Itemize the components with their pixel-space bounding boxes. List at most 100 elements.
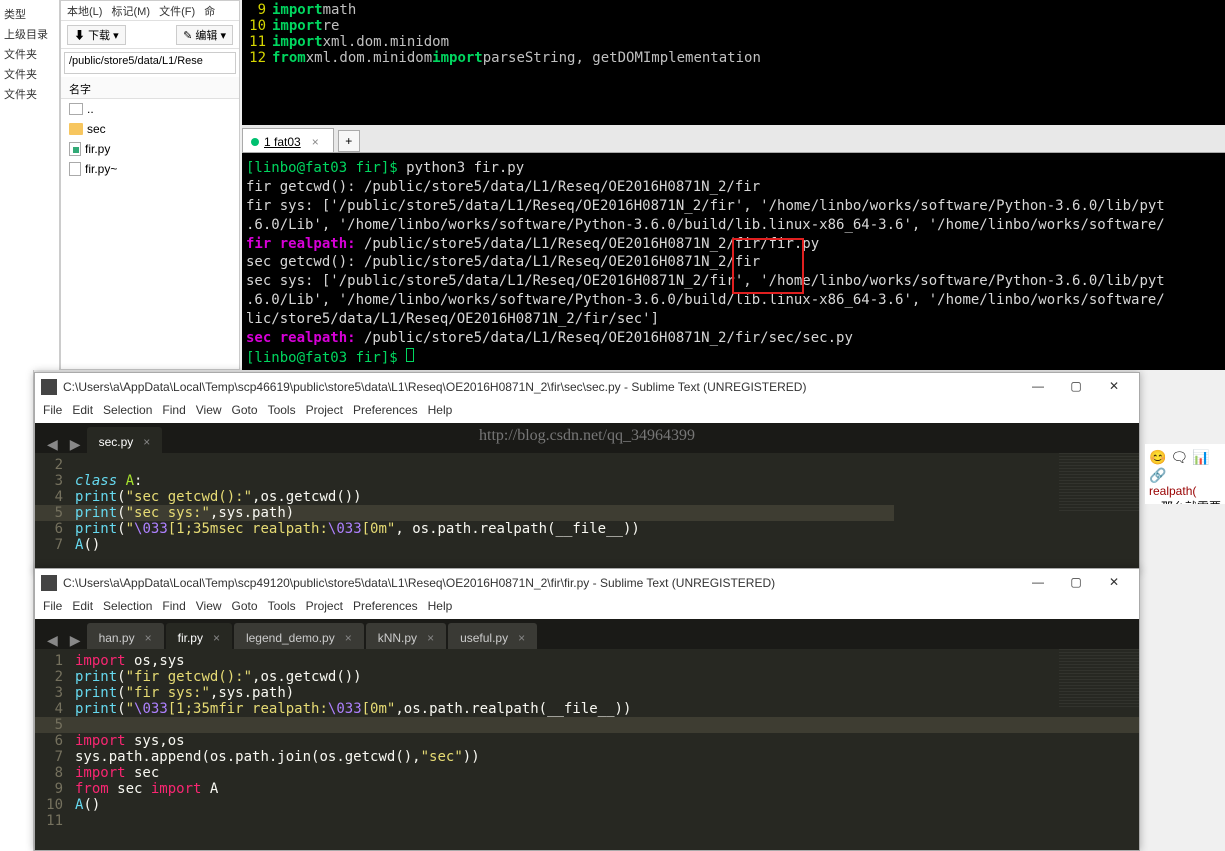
fm-row-folder[interactable]: 文件夹 — [4, 84, 55, 104]
window-title: C:\Users\a\AppData\Local\Temp\scp49120\p… — [63, 576, 1019, 590]
minimize-button[interactable]: — — [1019, 375, 1057, 399]
tab-hanpy[interactable]: han.py× — [87, 623, 164, 649]
chevron-down-icon: ▾ — [113, 30, 119, 42]
code-area[interactable]: 1import os,sys 2print("fir getcwd():",os… — [35, 649, 1139, 829]
menu-tools[interactable]: Tools — [268, 403, 296, 417]
fm-row-folder[interactable]: 文件夹 — [4, 64, 55, 84]
term-line: fir getcwd(): /public/store5/data/L1/Res… — [246, 178, 1221, 197]
menu-edit[interactable]: Edit — [72, 599, 93, 613]
fm-col-name[interactable]: 名字 — [61, 77, 239, 99]
tab-firpy[interactable]: fir.py× — [166, 623, 232, 649]
tab-nav-left-icon[interactable]: ◀ — [41, 436, 64, 453]
titlebar[interactable]: C:\Users\a\AppData\Local\Temp\scp46619\p… — [35, 373, 1139, 401]
minimize-button[interactable]: — — [1019, 571, 1057, 595]
menubar[interactable]: File Edit Selection Find View Goto Tools Projec… — [35, 401, 1139, 423]
maximize-button[interactable]: ▢ — [1057, 375, 1095, 399]
fm-col-type: 类型 — [4, 4, 55, 24]
window-title: C:\Users\a\AppData\Local\Temp\scp46619\p… — [63, 380, 1019, 394]
line-number: 3 — [35, 473, 75, 489]
edit-button[interactable]: ✎ 编辑 ▾ — [176, 25, 233, 45]
term-line: .6.0/Lib', '/home/linbo/works/software/P… — [246, 216, 1221, 235]
line-number: 11 — [242, 34, 272, 50]
line-number: 1 — [35, 653, 75, 669]
line-number: 9 — [242, 2, 272, 18]
close-icon[interactable]: × — [345, 631, 352, 645]
tab-usefulpy[interactable]: useful.py× — [448, 623, 537, 649]
tab-nav-right-icon[interactable]: ▶ — [64, 436, 87, 453]
add-tab-button[interactable]: + — [338, 130, 360, 152]
close-icon[interactable]: × — [518, 631, 525, 645]
menu-view[interactable]: View — [196, 599, 222, 613]
fm-item-file[interactable]: fir.py~ — [61, 159, 239, 179]
menu-help[interactable]: Help — [428, 403, 453, 417]
fm-menu-file[interactable]: 文件(F) — [159, 6, 195, 18]
terminal-tab[interactable]: 1 fat03× — [242, 128, 334, 152]
close-icon[interactable]: × — [145, 631, 152, 645]
fm-item-up[interactable]: .. — [61, 99, 239, 119]
menu-find[interactable]: Find — [162, 599, 185, 613]
watermark-text: http://blog.csdn.net/qq_34964399 — [479, 427, 695, 445]
tab-nav-right-icon[interactable]: ▶ — [64, 632, 87, 649]
folder-up-icon — [69, 103, 83, 115]
term-line: lic/store5/data/L1/Reseq/OE2016H0871N_2/… — [246, 310, 1221, 329]
tab-knnpy[interactable]: kNN.py× — [366, 623, 446, 649]
tab-secpy[interactable]: sec.py× — [87, 427, 163, 453]
emoji-toolbar[interactable]: 😊 🗨 📊 🔗 — [1149, 448, 1221, 484]
tab-nav-left-icon[interactable]: ◀ — [41, 632, 64, 649]
menu-goto[interactable]: Goto — [232, 403, 258, 417]
menu-selection[interactable]: Selection — [103, 599, 152, 613]
close-icon[interactable]: × — [213, 631, 220, 645]
line-number: 5 — [35, 717, 75, 733]
menu-edit[interactable]: Edit — [72, 403, 93, 417]
menu-view[interactable]: View — [196, 403, 222, 417]
tab-bar: ◀ ▶ han.py× fir.py× legend_demo.py× kNN.… — [35, 619, 1139, 649]
fm-item-folder[interactable]: sec — [61, 119, 239, 139]
close-button[interactable]: ✕ — [1095, 375, 1133, 399]
line-number: 10 — [242, 18, 272, 34]
menu-preferences[interactable]: Preferences — [353, 599, 418, 613]
menu-file[interactable]: File — [43, 403, 62, 417]
menu-preferences[interactable]: Preferences — [353, 403, 418, 417]
line-number: 6 — [35, 733, 75, 749]
fm-menubar[interactable]: 本地(L) 标记(M) 文件(F) 命 — [61, 1, 239, 21]
line-number: 2 — [35, 669, 75, 685]
python-file-icon — [69, 142, 81, 156]
close-icon[interactable]: × — [427, 631, 434, 645]
close-icon[interactable]: × — [143, 435, 150, 449]
term-line: .6.0/Lib', '/home/linbo/works/software/P… — [246, 291, 1221, 310]
menu-project[interactable]: Project — [306, 599, 343, 613]
fm-menu-mark[interactable]: 标记(M) — [112, 6, 151, 18]
fm-row-folder[interactable]: 文件夹 — [4, 44, 55, 64]
terminal[interactable]: [linbo@fat03 fir]$ python3 fir.py fir ge… — [242, 153, 1225, 370]
minimap[interactable] — [1059, 649, 1139, 709]
menu-find[interactable]: Find — [162, 403, 185, 417]
fm-menu-cmd[interactable]: 命 — [204, 6, 215, 18]
terminal-tabbar: 1 fat03× + — [242, 125, 1225, 153]
menu-selection[interactable]: Selection — [103, 403, 152, 417]
minimap[interactable] — [1059, 453, 1139, 513]
titlebar[interactable]: C:\Users\a\AppData\Local\Temp\scp49120\p… — [35, 569, 1139, 597]
menubar[interactable]: File Edit Selection Find View Goto Tools Projec… — [35, 597, 1139, 619]
line-number: 8 — [35, 765, 75, 781]
menu-project[interactable]: Project — [306, 403, 343, 417]
menu-help[interactable]: Help — [428, 599, 453, 613]
status-dot-icon — [251, 138, 259, 146]
fm-item-file[interactable]: fir.py — [61, 139, 239, 159]
menu-file[interactable]: File — [43, 599, 62, 613]
line-number: 11 — [35, 813, 75, 829]
sublime-window-fir: C:\Users\a\AppData\Local\Temp\scp49120\p… — [34, 568, 1140, 851]
line-number: 6 — [35, 521, 75, 537]
fm-row-parent[interactable]: 上级目录 — [4, 24, 55, 44]
menu-goto[interactable]: Goto — [232, 599, 258, 613]
close-icon[interactable]: × — [312, 135, 319, 149]
fm-menu-local[interactable]: 本地(L) — [67, 6, 102, 18]
menu-tools[interactable]: Tools — [268, 599, 296, 613]
maximize-button[interactable]: ▢ — [1057, 571, 1095, 595]
pencil-icon: ✎ — [183, 30, 192, 42]
tab-legenddemopy[interactable]: legend_demo.py× — [234, 623, 364, 649]
close-button[interactable]: ✕ — [1095, 571, 1133, 595]
line-number: 7 — [35, 749, 75, 765]
download-button[interactable]: ⬇ 下载 ▾ — [67, 25, 126, 45]
fm-path-bar[interactable]: /public/store5/data/L1/Rese — [64, 52, 236, 74]
code-area[interactable]: 2 3class A: 4 print("sec getcwd():",os.g… — [35, 453, 1139, 553]
